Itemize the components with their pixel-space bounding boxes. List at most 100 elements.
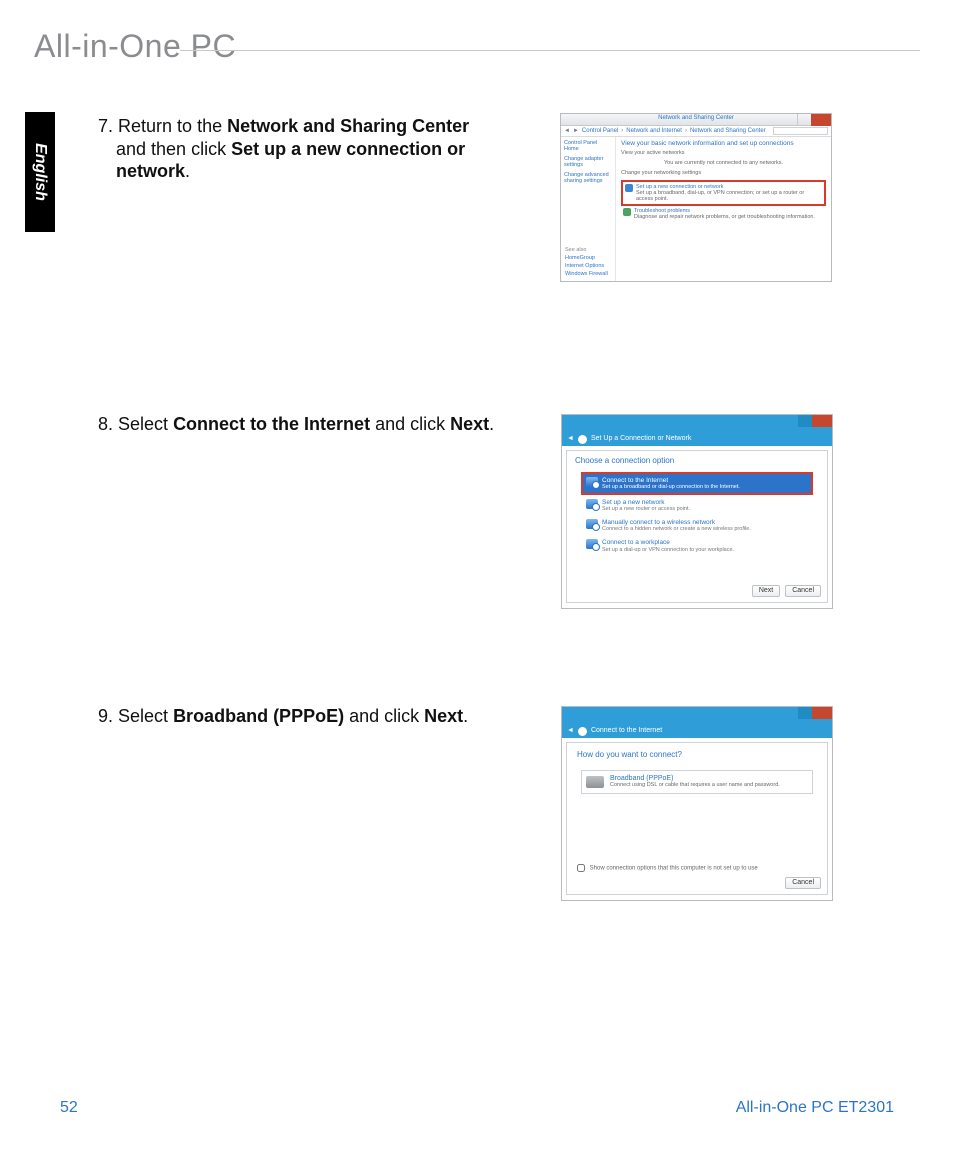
- close-icon[interactable]: [812, 415, 832, 427]
- see-also-homegroup[interactable]: HomeGroup: [565, 255, 608, 261]
- sidebar-change-adapter[interactable]: Change adapter settings: [564, 156, 612, 168]
- crumb-control-panel[interactable]: Control Panel: [582, 128, 618, 135]
- step-9-text-2: and click: [344, 706, 424, 726]
- step-8-text-1: Select: [118, 414, 173, 434]
- minimize-icon[interactable]: [798, 707, 812, 719]
- step-9-bold-2: Next: [424, 706, 463, 726]
- show-options-checkbox[interactable]: Show connection options that this comput…: [577, 864, 758, 872]
- see-also-heading: See also: [565, 247, 608, 253]
- wizard-question: How do you want to connect?: [577, 751, 817, 760]
- internet-icon: [586, 477, 598, 487]
- main-heading: View your basic network information and …: [621, 140, 826, 147]
- back-icon[interactable]: ◄: [567, 727, 574, 735]
- wizard-header: ◄ Connect to the Internet: [562, 724, 832, 738]
- step-9-number: 9.: [98, 705, 113, 728]
- cancel-button[interactable]: Cancel: [785, 877, 821, 889]
- see-also: See also HomeGroup Internet Options Wind…: [565, 245, 608, 277]
- heading-rule: [180, 50, 920, 51]
- see-also-windows-firewall[interactable]: Windows Firewall: [565, 271, 608, 277]
- sidebar-advanced-sharing[interactable]: Change advanced sharing settings: [564, 172, 612, 184]
- minimize-icon[interactable]: [797, 114, 811, 126]
- see-also-internet-options[interactable]: Internet Options: [565, 263, 608, 269]
- sidebar-home[interactable]: Control Panel Home: [564, 140, 612, 152]
- language-tab-label: English: [31, 143, 49, 201]
- step-7-text-3: .: [185, 161, 190, 181]
- win-titlebar: Network and Sharing Center: [561, 114, 831, 126]
- no-connection-text: You are currently not connected to any n…: [621, 160, 826, 166]
- option-setup-network-title: Set up a new network: [602, 499, 690, 506]
- step-7-bold-1: Network and Sharing Center: [227, 116, 469, 136]
- step-8-bold-1: Connect to the Internet: [173, 414, 370, 434]
- step-7: 7. Return to the Network and Sharing Cen…: [98, 115, 498, 183]
- option-manual-wireless-desc: Connect to a hidden network or create a …: [602, 526, 751, 532]
- step-7-number: 7.: [98, 115, 113, 138]
- step-8-number: 8.: [98, 413, 113, 436]
- show-options-checkbox-input[interactable]: [577, 864, 585, 872]
- workplace-icon: [586, 539, 598, 549]
- setup-new-connection-desc: Set up a broadband, dial-up, or VPN conn…: [636, 190, 822, 202]
- next-button[interactable]: Next: [752, 585, 780, 597]
- step-8-text-2: and click: [370, 414, 450, 434]
- option-connect-internet-desc: Set up a broadband or dial-up connection…: [602, 484, 740, 490]
- search-input[interactable]: [773, 127, 828, 135]
- wizard-question: Choose a connection option: [575, 457, 819, 466]
- step-9-text-3: .: [463, 706, 468, 726]
- screenshot-setup-connection: ◄ Set Up a Connection or Network Choose …: [561, 414, 833, 609]
- wireless-icon: [586, 519, 598, 529]
- option-workplace-title: Connect to a workplace: [602, 539, 734, 546]
- option-broadband-title: Broadband (PPPoE): [610, 775, 780, 783]
- win-titlebar: [562, 415, 832, 432]
- close-icon[interactable]: [812, 707, 832, 719]
- option-workplace-desc: Set up a dial-up or VPN connection to yo…: [602, 547, 734, 553]
- wizard-footer: Next Cancel: [749, 585, 821, 597]
- option-workplace[interactable]: Connect to a workplace Set up a dial-up …: [583, 536, 811, 555]
- screenshot-connect-internet: ◄ Connect to the Internet How do you wan…: [561, 706, 833, 901]
- option-setup-network-desc: Set up a new router or access point.: [602, 506, 690, 512]
- cancel-button[interactable]: Cancel: [785, 585, 821, 597]
- screenshot-network-sharing-center: Network and Sharing Center ◄ ► Control P…: [560, 113, 832, 282]
- setup-new-connection-item[interactable]: Set up a new connection or network Set u…: [621, 180, 826, 206]
- option-setup-network[interactable]: Set up a new network Set up a new router…: [583, 496, 811, 515]
- globe-icon: [578, 727, 587, 736]
- network-icon: [625, 184, 633, 192]
- modem-icon: [586, 776, 604, 788]
- step-9-text-1: Select: [118, 706, 173, 726]
- option-connect-internet[interactable]: Connect to the Internet Set up a broadba…: [583, 474, 811, 493]
- close-icon[interactable]: [811, 114, 831, 126]
- option-manual-wireless[interactable]: Manually connect to a wireless network C…: [583, 516, 811, 535]
- troubleshoot-desc: Diagnose and repair network problems, or…: [634, 214, 815, 220]
- option-broadband-desc: Connect using DSL or cable that requires…: [610, 782, 780, 788]
- product-heading: All-in-One PC: [34, 28, 236, 65]
- wizard-panel: Choose a connection option Connect to th…: [566, 450, 828, 603]
- breadcrumb: ◄ ► Control Panel› Network and Internet›…: [561, 126, 831, 137]
- router-icon: [586, 499, 598, 509]
- wizard-header: ◄ Set Up a Connection or Network: [562, 432, 832, 446]
- step-8-bold-2: Next: [450, 414, 489, 434]
- language-tab: English: [25, 112, 55, 232]
- minimize-icon[interactable]: [798, 415, 812, 427]
- wizard-title: Set Up a Connection or Network: [591, 435, 691, 443]
- crumb-network-sharing[interactable]: Network and Sharing Center: [690, 128, 766, 135]
- back-icon[interactable]: ◄: [567, 435, 574, 443]
- option-manual-wireless-title: Manually connect to a wireless network: [602, 519, 751, 526]
- forward-icon[interactable]: ►: [573, 128, 579, 135]
- back-icon[interactable]: ◄: [564, 128, 570, 135]
- wizard-footer: Cancel: [782, 877, 821, 889]
- option-connect-internet-title: Connect to the Internet: [602, 477, 740, 484]
- step-9-bold-1: Broadband (PPPoE): [173, 706, 344, 726]
- footer-product-name: All-in-One PC ET2301: [736, 1099, 894, 1117]
- wizard-title: Connect to the Internet: [591, 727, 662, 735]
- wizard-panel: How do you want to connect? Broadband (P…: [566, 742, 828, 895]
- troubleshoot-icon: [623, 208, 631, 216]
- step-8-text-3: .: [489, 414, 494, 434]
- step-7-text-1: Return to the: [118, 116, 227, 136]
- change-settings-label: Change your networking settings: [621, 170, 826, 176]
- main-panel: View your basic network information and …: [616, 137, 831, 281]
- win-title: Network and Sharing Center: [561, 115, 831, 122]
- page-number: 52: [60, 1099, 78, 1117]
- show-options-checkbox-label: Show connection options that this comput…: [590, 865, 758, 871]
- step-9: 9. Select Broadband (PPPoE) and click Ne…: [98, 705, 518, 728]
- troubleshoot-item[interactable]: Troubleshoot problems Diagnose and repai…: [621, 206, 826, 222]
- option-broadband-pppoe[interactable]: Broadband (PPPoE) Connect using DSL or c…: [581, 770, 813, 794]
- crumb-network-internet[interactable]: Network and Internet: [626, 128, 682, 135]
